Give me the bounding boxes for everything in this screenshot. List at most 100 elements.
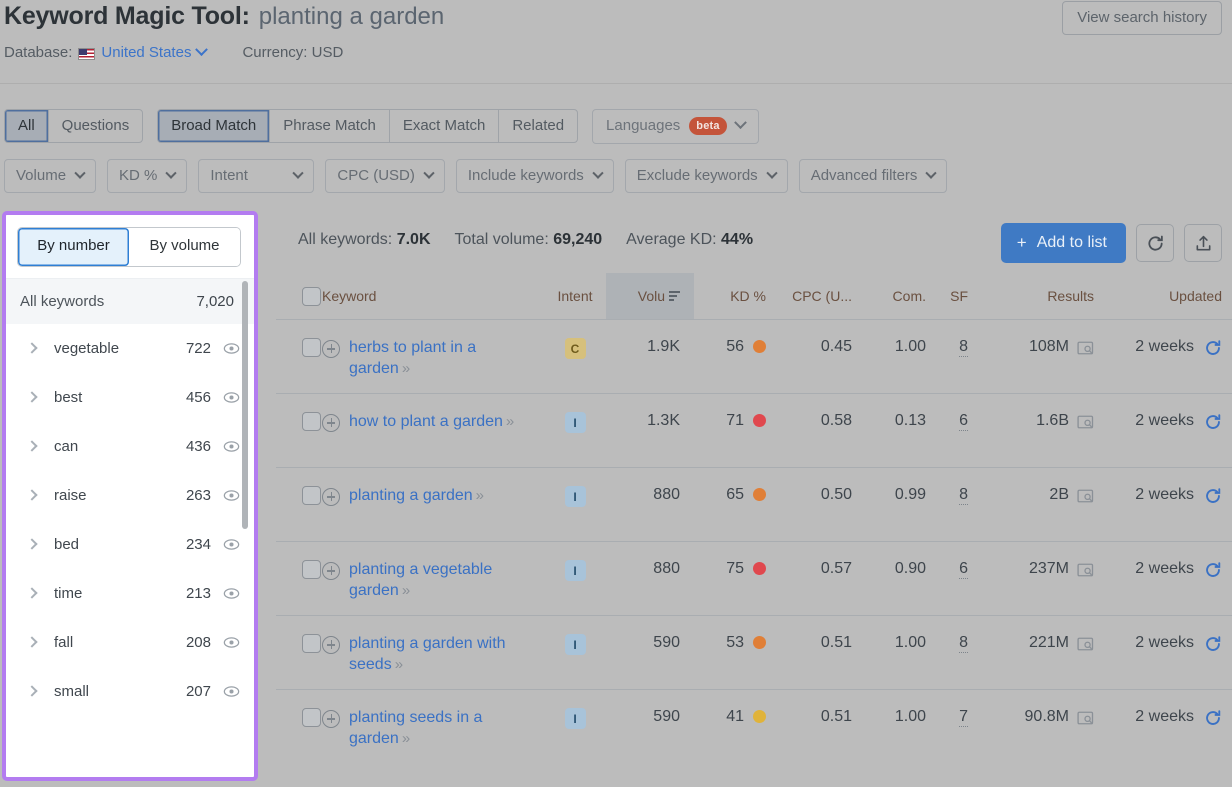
add-keyword-icon[interactable]	[322, 488, 340, 506]
intent-badge[interactable]: I	[564, 634, 586, 655]
expand-arrows-icon[interactable]: »	[473, 487, 484, 504]
sidebar-group-item[interactable]: fall 208	[6, 618, 254, 667]
add-keyword-icon[interactable]	[322, 636, 340, 654]
chevron-right-icon[interactable]	[26, 342, 38, 354]
languages-dropdown[interactable]: Languages beta	[592, 109, 759, 144]
expand-arrows-icon[interactable]: »	[399, 360, 410, 377]
sidebar-group-item[interactable]: time 213	[6, 569, 254, 618]
intent-badge[interactable]: I	[564, 708, 586, 729]
expand-arrows-icon[interactable]: »	[399, 730, 410, 747]
serp-preview-icon[interactable]	[1077, 711, 1094, 725]
add-keyword-icon[interactable]	[322, 562, 340, 580]
intent-badge[interactable]: C	[564, 338, 586, 359]
row-checkbox[interactable]	[302, 560, 321, 579]
tab-exact-match[interactable]: Exact Match	[390, 110, 500, 143]
column-header-cpc[interactable]: CPC (U...	[778, 288, 862, 304]
refresh-icon[interactable]	[1204, 561, 1222, 579]
filter-kd[interactable]: KD %	[107, 159, 188, 193]
serp-preview-icon[interactable]	[1077, 637, 1094, 651]
expand-arrows-icon[interactable]: »	[503, 413, 514, 430]
eye-icon[interactable]	[223, 438, 240, 455]
table-row[interactable]: how to plant a garden» I 1.3K 71 0.58 0.13 6 1.…	[276, 393, 1232, 467]
sidebar-item-all-keywords[interactable]: All keywords 7,020	[6, 277, 254, 324]
select-all-checkbox[interactable]	[302, 286, 321, 306]
filter-intent[interactable]: Intent	[198, 159, 315, 193]
row-checkbox[interactable]	[302, 708, 321, 727]
sf-value[interactable]: 8	[959, 486, 968, 505]
chevron-right-icon[interactable]	[26, 440, 38, 452]
row-checkbox[interactable]	[302, 634, 321, 653]
sidebar-group-item[interactable]: best 456	[6, 373, 254, 422]
add-keyword-icon[interactable]	[322, 414, 340, 432]
expand-arrows-icon[interactable]: »	[392, 656, 403, 673]
filter-cpc[interactable]: CPC (USD)	[325, 159, 445, 193]
column-header-volume[interactable]: Volu	[606, 273, 694, 319]
chevron-right-icon[interactable]	[26, 538, 38, 550]
eye-icon[interactable]	[223, 536, 240, 553]
eye-icon[interactable]	[223, 389, 240, 406]
chevron-down-icon[interactable]	[195, 43, 209, 57]
add-keyword-icon[interactable]	[322, 710, 340, 728]
toggle-by-volume[interactable]: By volume	[129, 228, 240, 266]
refresh-icon[interactable]	[1204, 339, 1222, 357]
export-button[interactable]	[1184, 224, 1222, 262]
row-checkbox[interactable]	[302, 412, 321, 431]
toggle-by-number[interactable]: By number	[18, 228, 129, 266]
keyword-link[interactable]: how to plant a garden»	[349, 412, 514, 433]
chevron-right-icon[interactable]	[26, 587, 38, 599]
table-row[interactable]: planting seeds in a garden» I 590 41 0.51 1.0…	[276, 689, 1232, 763]
refresh-button[interactable]	[1136, 224, 1174, 262]
eye-icon[interactable]	[223, 340, 240, 357]
sf-value[interactable]: 6	[959, 560, 968, 579]
column-header-keyword[interactable]: Keyword	[322, 288, 544, 304]
chevron-right-icon[interactable]	[26, 391, 38, 403]
chevron-right-icon[interactable]	[26, 685, 38, 697]
sidebar-group-item[interactable]: small 207	[6, 667, 254, 716]
table-row[interactable]: planting a garden» I 880 65 0.50 0.99 8 2B 2 wee…	[276, 467, 1232, 541]
chevron-right-icon[interactable]	[26, 636, 38, 648]
sidebar-group-item[interactable]: raise 263	[6, 471, 254, 520]
chevron-right-icon[interactable]	[26, 489, 38, 501]
intent-badge[interactable]: I	[564, 560, 586, 581]
tab-related[interactable]: Related	[499, 110, 577, 142]
column-header-sf[interactable]: SF	[932, 288, 982, 304]
eye-icon[interactable]	[223, 487, 240, 504]
sf-value[interactable]: 6	[959, 412, 968, 431]
serp-preview-icon[interactable]	[1077, 415, 1094, 429]
serp-preview-icon[interactable]	[1077, 563, 1094, 577]
serp-preview-icon[interactable]	[1077, 489, 1094, 503]
intent-badge[interactable]: I	[564, 412, 586, 433]
refresh-icon[interactable]	[1204, 709, 1222, 727]
eye-icon[interactable]	[223, 683, 240, 700]
keyword-link[interactable]: herbs to plant in a garden»	[349, 338, 536, 380]
filter-exclude-keywords[interactable]: Exclude keywords	[624, 159, 788, 193]
refresh-icon[interactable]	[1204, 487, 1222, 505]
sidebar-group-item[interactable]: can 436	[6, 422, 254, 471]
sidebar-group-item[interactable]: vegetable 722	[6, 324, 254, 373]
database-value[interactable]: United States	[101, 44, 191, 61]
keyword-link[interactable]: planting a garden»	[349, 486, 484, 507]
keyword-link[interactable]: planting seeds in a garden»	[349, 708, 536, 750]
keyword-link[interactable]: planting a garden with seeds»	[349, 634, 536, 676]
column-header-intent[interactable]: Intent	[544, 288, 606, 304]
filter-volume[interactable]: Volume	[4, 159, 97, 193]
serp-preview-icon[interactable]	[1077, 341, 1094, 355]
column-header-kd[interactable]: KD %	[694, 288, 778, 304]
table-row[interactable]: planting a garden with seeds» I 590 53 0.51 1…	[276, 615, 1232, 689]
sf-value[interactable]: 8	[959, 338, 968, 357]
filter-advanced[interactable]: Advanced filters	[798, 159, 948, 193]
eye-icon[interactable]	[223, 634, 240, 651]
refresh-icon[interactable]	[1204, 635, 1222, 653]
add-to-list-button[interactable]: + Add to list	[1000, 223, 1126, 263]
add-keyword-icon[interactable]	[322, 340, 340, 358]
sf-value[interactable]: 8	[959, 634, 968, 653]
expand-arrows-icon[interactable]: »	[399, 582, 410, 599]
sidebar-scrollbar[interactable]	[242, 281, 248, 529]
table-row[interactable]: planting a vegetable garden» I 880 75 0.57 0.…	[276, 541, 1232, 615]
intent-badge[interactable]: I	[564, 486, 586, 507]
database-selector[interactable]: Database: United States	[4, 43, 209, 61]
column-header-results[interactable]: Results	[982, 288, 1104, 304]
sf-value[interactable]: 7	[959, 708, 968, 727]
tab-broad-match[interactable]: Broad Match	[158, 110, 271, 143]
filter-include-keywords[interactable]: Include keywords	[455, 159, 614, 193]
